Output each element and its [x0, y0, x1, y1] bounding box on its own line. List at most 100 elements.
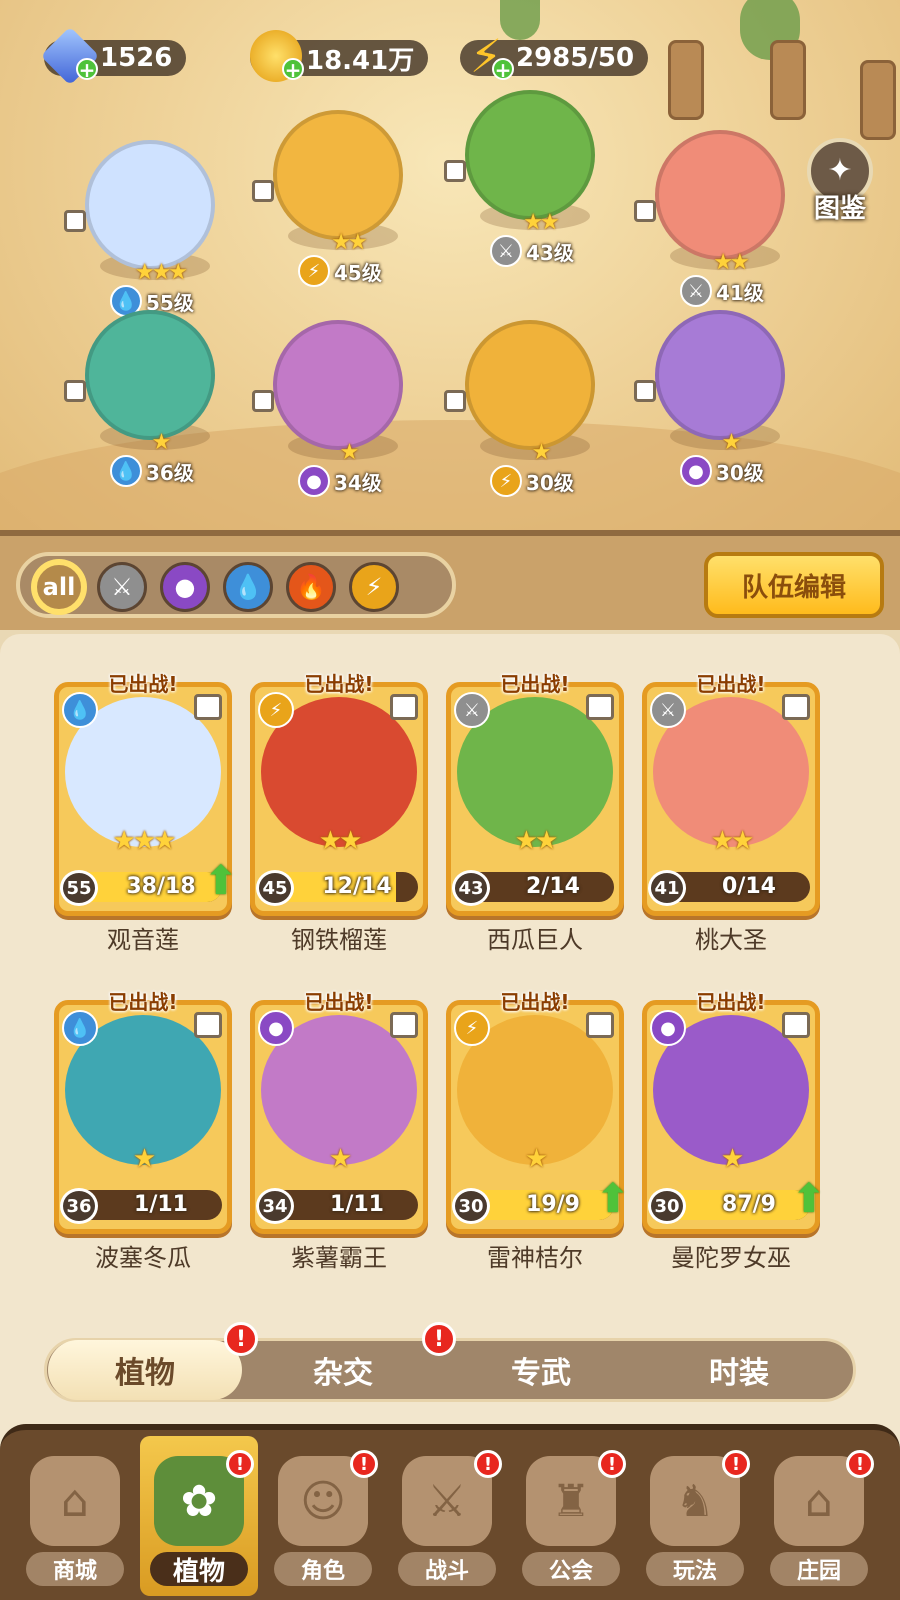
hero-stars: ★: [339, 440, 360, 465]
alert-icon: !: [350, 1450, 378, 1478]
nav-label: 商城: [26, 1552, 124, 1586]
nav-label: 公会: [522, 1552, 620, 1586]
alert-icon: !: [474, 1450, 502, 1478]
plant-card[interactable]: 已出战! ⚡ ★★ 12/14 45 钢铁榴莲: [250, 668, 428, 954]
plant-card[interactable]: 已出战! ● ★ 1/11 34 紫薯霸王: [250, 986, 428, 1272]
shard-progress-text: 1/11: [134, 1192, 188, 1217]
shop-icon: ⌂: [30, 1456, 120, 1546]
atlas-label: 图鉴: [813, 194, 866, 224]
slot-marker-icon: [252, 390, 274, 412]
hero-level: ⚡ 30级: [490, 464, 574, 498]
plant-card[interactable]: 已出战! 💧 ★ 1/11 36 波塞冬瓜: [54, 986, 232, 1272]
plant-name: 西瓜巨人: [487, 926, 583, 954]
shard-progress-text: 1/11: [330, 1192, 384, 1217]
card-level: 41: [648, 870, 686, 906]
card-level: 43: [452, 870, 490, 906]
plant-card[interactable]: 已出战! ⚔ ★★ 2/14 43 西瓜巨人: [446, 668, 624, 954]
deployed-badge: 已出战!: [500, 672, 570, 696]
hero-stars: ★★: [331, 230, 367, 255]
deployed-badge: 已出战!: [696, 672, 766, 696]
nav-label: 玩法: [646, 1552, 744, 1586]
atlas-button[interactable]: ✦ 图鉴: [800, 138, 880, 224]
nav-battle[interactable]: ⚔ 战斗!: [388, 1436, 506, 1596]
hero-slot[interactable]: ★★ ⚔ 43级: [440, 90, 620, 270]
add-gems-icon[interactable]: +: [76, 58, 98, 80]
card-level: 34: [256, 1188, 294, 1224]
upgrade-arrow-icon[interactable]: ⬆: [204, 858, 244, 904]
hero-slot[interactable]: ★ ● 34级: [248, 320, 428, 500]
filter-sword-button[interactable]: ⚔: [97, 562, 147, 612]
card-stars: ★: [328, 1144, 352, 1174]
shard-progress-text: 2/14: [526, 874, 580, 899]
tab-plants[interactable]: 植物: [48, 1340, 242, 1400]
hero-portrait: [273, 320, 403, 450]
deployed-badge: 已出战!: [108, 990, 178, 1014]
hero-level: ⚔ 43级: [490, 234, 574, 268]
element-icon: ⚡: [258, 692, 294, 728]
poison-icon: ●: [298, 465, 330, 497]
hero-level-text: 30级: [716, 460, 764, 485]
fence-post: [770, 40, 806, 120]
nav-label: 植物: [150, 1552, 248, 1587]
filter-poison-button[interactable]: ●: [160, 562, 210, 612]
element-icon: ⚔: [650, 692, 686, 728]
alert-icon: !: [846, 1450, 874, 1478]
element-icon: 💧: [62, 692, 98, 728]
hero-slot[interactable]: ★★ ⚔ 41级: [630, 130, 810, 310]
card-level: 36: [60, 1188, 98, 1224]
gem-counter[interactable]: + 1526: [40, 26, 187, 86]
nav-character[interactable]: ☺ 角色!: [264, 1436, 382, 1596]
hero-portrait: [465, 320, 595, 450]
filter-lightning-button[interactable]: ⚡: [349, 562, 399, 612]
nav-plants[interactable]: ✿ 植物!: [140, 1436, 258, 1596]
plant-name: 曼陀罗女巫: [671, 1244, 791, 1272]
add-energy-icon[interactable]: +: [492, 58, 514, 80]
coin-counter[interactable]: + 18.41万: [250, 30, 429, 82]
tab-costume[interactable]: 时装: [642, 1340, 836, 1400]
hero-slot[interactable]: ★★★ 💧 55级: [60, 140, 240, 320]
sword-icon: ⚔: [490, 235, 522, 267]
filter-water-button[interactable]: 💧: [223, 562, 273, 612]
plant-name: 雷神桔尔: [487, 1244, 583, 1272]
add-coins-icon[interactable]: +: [282, 58, 304, 80]
card-level: 30: [648, 1188, 686, 1224]
hero-stars: ★★: [523, 210, 559, 235]
hero-level: ⚔ 41级: [680, 274, 764, 308]
tab-hybrid[interactable]: 杂交: [246, 1340, 440, 1400]
nav-shop[interactable]: ⌂ 商城: [16, 1436, 134, 1596]
hero-slot[interactable]: ★★ ⚡ 45级: [248, 110, 428, 290]
team-edit-button[interactable]: 队伍编辑: [704, 552, 884, 618]
upgrade-arrow-icon[interactable]: ⬆: [596, 1176, 636, 1222]
slot-marker-icon: [586, 1012, 614, 1038]
plant-card[interactable]: 已出战! ⚡ ★ 19/9 30 ⬆ 雷神桔尔: [446, 986, 630, 1272]
element-icon: 💧: [62, 1010, 98, 1046]
hero-slot[interactable]: ★ ● 30级: [630, 310, 810, 490]
element-icon: ⚡: [454, 1010, 490, 1046]
plant-card[interactable]: 已出战! ● ★ 87/9 30 ⬆ 曼陀罗女巫: [642, 986, 826, 1272]
tab-exclusive-weapon[interactable]: 专武: [444, 1340, 638, 1400]
water-icon: 💧: [110, 455, 142, 487]
nav-guild[interactable]: ♜ 公会!: [512, 1436, 630, 1596]
plant-card[interactable]: 已出战! 💧 ★★★ 38/18 55 ⬆ 观音莲: [54, 668, 238, 954]
nav-manor[interactable]: ⌂ 庄园!: [760, 1436, 878, 1596]
nav-gameplay[interactable]: ♞ 玩法!: [636, 1436, 754, 1596]
poison-icon: ●: [680, 455, 712, 487]
filter-all-button[interactable]: all: [34, 562, 84, 612]
hero-level-text: 34级: [334, 470, 382, 495]
lightning-icon: ⚡: [490, 465, 522, 497]
slot-marker-icon: [64, 380, 86, 402]
hero-stars: ★: [721, 430, 742, 455]
hero-level: 💧 36级: [110, 454, 194, 488]
slot-marker-icon: [782, 1012, 810, 1038]
hero-stars: ★★: [713, 250, 749, 275]
hero-level-text: 43级: [526, 240, 574, 265]
plant-card[interactable]: 已出战! ⚔ ★★ 0/14 41 桃大圣: [642, 668, 820, 954]
hero-slot[interactable]: ★ 💧 36级: [60, 310, 240, 490]
nav-label: 战斗: [398, 1552, 496, 1586]
energy-counter[interactable]: ⚡ + 2985/50: [460, 29, 649, 83]
hero-level-text: 36级: [146, 460, 194, 485]
upgrade-arrow-icon[interactable]: ⬆: [792, 1176, 832, 1222]
hero-slot[interactable]: ★ ⚡ 30级: [440, 320, 620, 500]
filter-fire-button[interactable]: 🔥: [286, 562, 336, 612]
hero-portrait: [273, 110, 403, 240]
